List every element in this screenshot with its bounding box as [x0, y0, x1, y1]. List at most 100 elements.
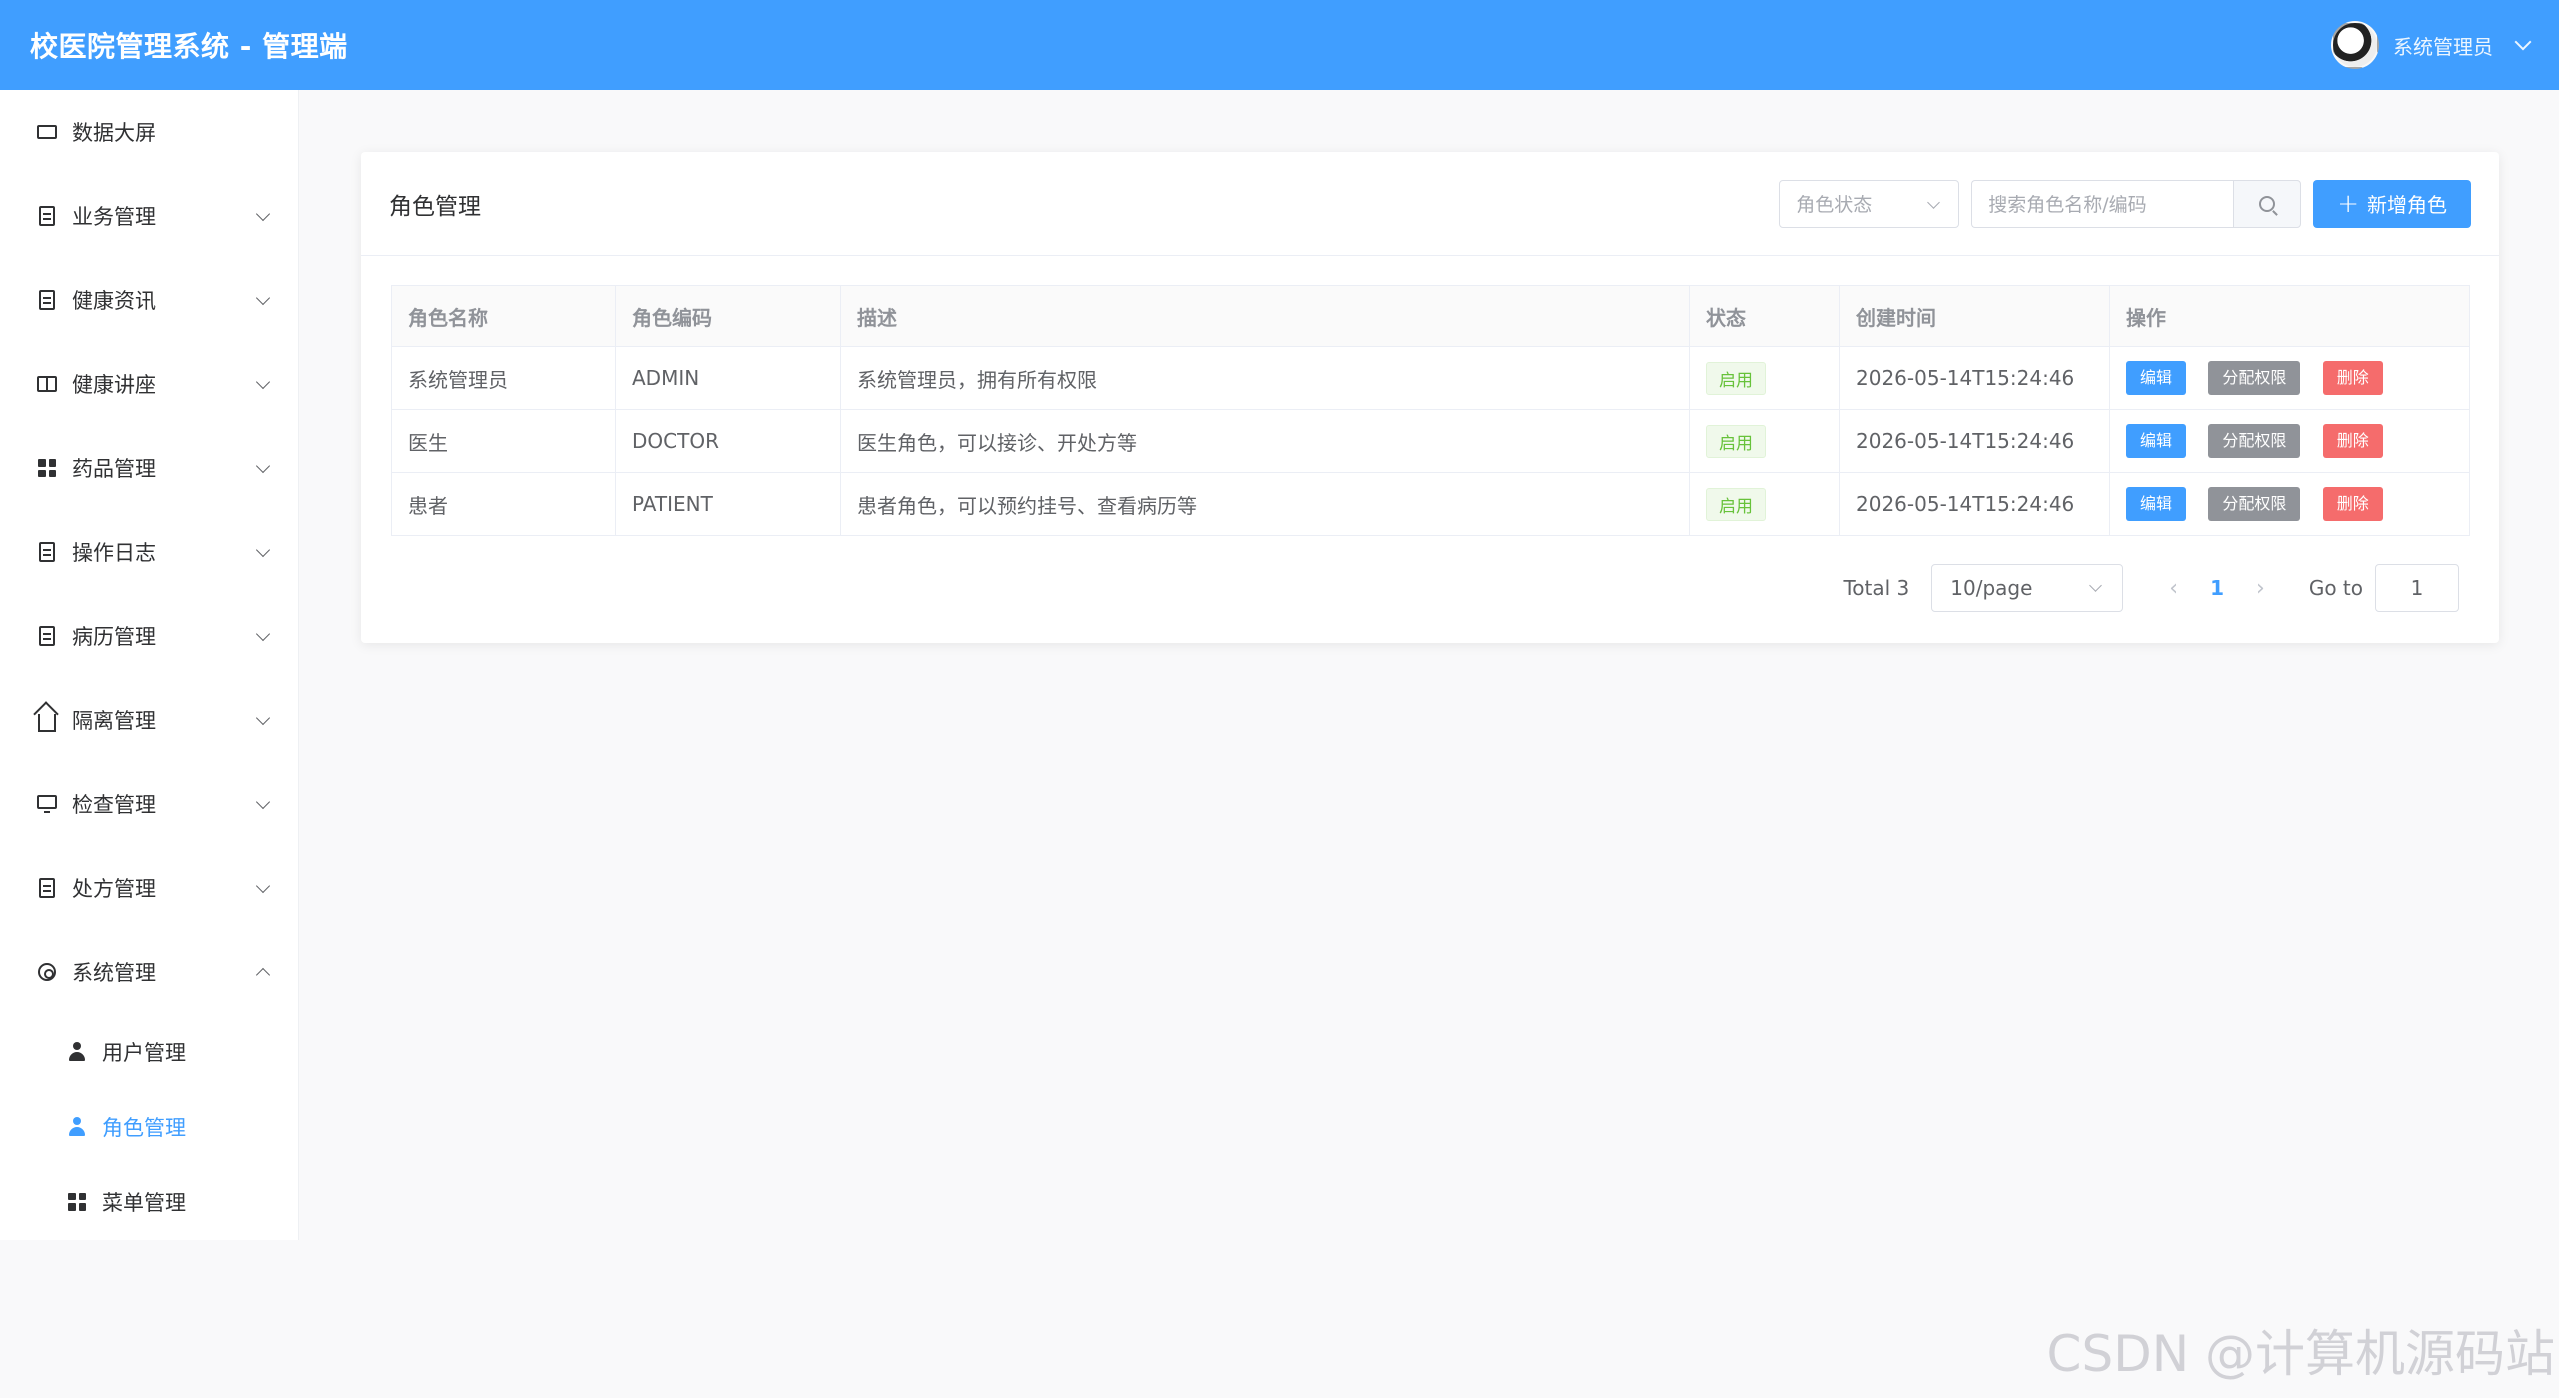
- cell-actions: 编辑 分配权限 删除: [2109, 346, 2470, 410]
- document-icon: [36, 625, 58, 647]
- sidebar-subitem-label: 角色管理: [102, 1115, 186, 1140]
- assign-permission-button[interactable]: 分配权限: [2208, 487, 2301, 521]
- building-icon: [36, 205, 58, 227]
- sidebar-item-system[interactable]: 系统管理: [0, 930, 298, 1014]
- monitor-icon: [36, 793, 58, 815]
- grid-icon: [36, 457, 58, 479]
- pagination-total: Total 3: [1843, 576, 1910, 600]
- sidebar-item-medicine[interactable]: 药品管理: [0, 426, 298, 510]
- app-title: 校医院管理系统 - 管理端: [30, 30, 348, 63]
- cell-code: PATIENT: [615, 472, 841, 536]
- cell-actions: 编辑 分配权限 删除: [2109, 409, 2470, 473]
- cell-name: 患者: [391, 472, 616, 536]
- sidebar-item-label: 隔离管理: [72, 709, 156, 733]
- search-icon: [2259, 195, 2276, 212]
- sidebar-item-business[interactable]: 业务管理: [0, 174, 298, 258]
- edit-button[interactable]: 编辑: [2126, 424, 2187, 458]
- cell-status: 启用: [1689, 409, 1840, 473]
- page-size-value: 10/page: [1950, 576, 2033, 600]
- sidebar-item-medical-record[interactable]: 病历管理: [0, 594, 298, 678]
- prev-page-button[interactable]: ‹: [2153, 576, 2194, 601]
- plus-icon: +: [2337, 188, 2359, 219]
- sidebar-item-isolation[interactable]: 隔离管理: [0, 678, 298, 762]
- chevron-down-icon: [255, 458, 271, 473]
- cell-created: 2026-05-14T15:24:46: [1839, 472, 2110, 536]
- cell-created: 2026-05-14T15:24:46: [1839, 346, 2110, 410]
- sidebar-item-operation-log[interactable]: 操作日志: [0, 510, 298, 594]
- sidebar-subitem-menu-management[interactable]: 菜单管理: [0, 1164, 298, 1239]
- goto-page-input[interactable]: 1: [2375, 564, 2459, 612]
- user-menu[interactable]: 系统管理员: [2331, 21, 2532, 69]
- table-row: 系统管理员 ADMIN 系统管理员，拥有所有权限 启用 2026-05-14T1…: [391, 346, 2470, 410]
- goto-label: Go to: [2308, 576, 2363, 600]
- sidebar-item-prescription[interactable]: 处方管理: [0, 846, 298, 930]
- cell-description: 医生角色，可以接诊、开处方等: [840, 409, 1690, 473]
- edit-button[interactable]: 编辑: [2126, 487, 2187, 521]
- sidebar-item-examination[interactable]: 检查管理: [0, 762, 298, 846]
- search-input[interactable]: 搜索角色名称/编码: [1971, 179, 2234, 228]
- role-table: 角色名称 角色编码 描述 状态 创建时间 操作 系统管理员 ADMIN 系统管理…: [391, 285, 2470, 536]
- status-badge: 启用: [1706, 361, 1766, 395]
- status-badge: 启用: [1706, 424, 1766, 458]
- column-header-description[interactable]: 描述: [840, 285, 1690, 347]
- chevron-down-icon: [2089, 579, 2103, 592]
- role-status-select[interactable]: 角色状态: [1779, 179, 1960, 228]
- sidebar-item-health-news[interactable]: 健康资讯: [0, 258, 298, 342]
- sidebar-item-health-lecture[interactable]: 健康讲座: [0, 342, 298, 426]
- sidebar-subitem-role-management[interactable]: 角色管理: [0, 1089, 298, 1164]
- search-button[interactable]: [2233, 179, 2302, 228]
- chevron-down-icon: [255, 626, 271, 641]
- column-header-name[interactable]: 角色名称: [391, 285, 616, 347]
- chevron-down-icon: [255, 542, 271, 557]
- sidebar-subitem-label: 菜单管理: [102, 1190, 186, 1215]
- cell-created: 2026-05-14T15:24:46: [1839, 409, 2110, 473]
- page-number[interactable]: 1: [2194, 576, 2240, 600]
- sidebar-item-label: 业务管理: [72, 205, 156, 229]
- sidebar-item-label: 数据大屏: [72, 121, 156, 145]
- chevron-down-icon: [1927, 195, 1941, 209]
- top-header: 校医院管理系统 - 管理端 系统管理员: [0, 0, 2559, 90]
- cell-description: 系统管理员，拥有所有权限: [840, 346, 1690, 410]
- column-header-actions[interactable]: 操作: [2109, 285, 2470, 347]
- delete-button[interactable]: 删除: [2322, 487, 2383, 521]
- avatar[interactable]: [2331, 21, 2379, 69]
- sidebar-subitem-label: 用户管理: [102, 1040, 186, 1065]
- column-header-created[interactable]: 创建时间: [1839, 285, 2110, 347]
- table-row: 患者 PATIENT 患者角色，可以预约挂号、查看病历等 启用 2026-05-…: [391, 472, 2470, 536]
- user-icon: [66, 1116, 88, 1138]
- chevron-down-icon: [255, 710, 271, 725]
- book-icon: [36, 373, 58, 395]
- cell-name: 医生: [391, 409, 616, 473]
- column-header-code[interactable]: 角色编码: [615, 285, 841, 347]
- table-header-row: 角色名称 角色编码 描述 状态 创建时间 操作: [391, 285, 2470, 347]
- sidebar-item-label: 药品管理: [72, 457, 156, 481]
- document-icon: [36, 541, 58, 563]
- sidebar-item-label: 处方管理: [72, 877, 156, 901]
- add-role-label: 新增角色: [2367, 193, 2447, 217]
- sidebar-item-data-screen[interactable]: 数据大屏: [0, 90, 298, 174]
- user-name[interactable]: 系统管理员: [2393, 31, 2493, 60]
- sidebar-item-label: 健康讲座: [72, 373, 156, 397]
- delete-button[interactable]: 删除: [2322, 361, 2383, 395]
- cell-actions: 编辑 分配权限 删除: [2109, 472, 2470, 536]
- cell-name: 系统管理员: [391, 346, 616, 410]
- delete-button[interactable]: 删除: [2322, 424, 2383, 458]
- status-badge: 启用: [1706, 487, 1766, 521]
- assign-permission-button[interactable]: 分配权限: [2208, 361, 2301, 395]
- sidebar-subitem-user-management[interactable]: 用户管理: [0, 1014, 298, 1089]
- edit-button[interactable]: 编辑: [2126, 361, 2187, 395]
- cell-description: 患者角色，可以预约挂号、查看病历等: [840, 472, 1690, 536]
- house-icon: [36, 709, 58, 732]
- page-size-select[interactable]: 10/page: [1931, 564, 2124, 612]
- chevron-down-icon: [255, 794, 271, 809]
- assign-permission-button[interactable]: 分配权限: [2208, 424, 2301, 458]
- card-header: 角色管理 角色状态 搜索角色名称/编码 + 新增角色: [361, 152, 2499, 256]
- chevron-up-icon: [255, 967, 271, 982]
- column-header-status[interactable]: 状态: [1689, 285, 1840, 347]
- pagination: Total 3 10/page ‹ 1 › Go to 1: [1843, 564, 2459, 612]
- table-row: 医生 DOCTOR 医生角色，可以接诊、开处方等 启用 2026-05-14T1…: [391, 409, 2470, 473]
- add-role-button[interactable]: + 新增角色: [2313, 179, 2471, 228]
- role-table-wrap: 角色名称 角色编码 描述 状态 创建时间 操作 系统管理员 ADMIN 系统管理…: [391, 285, 2470, 536]
- chevron-down-icon[interactable]: [2514, 33, 2532, 51]
- next-page-button[interactable]: ›: [2240, 576, 2281, 601]
